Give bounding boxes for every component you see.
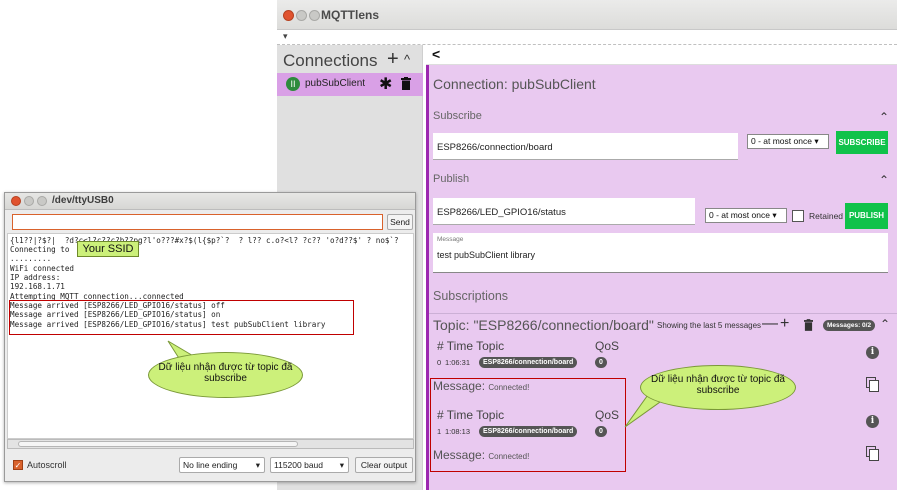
publish-qos-select[interactable]: 0 - at most once ▾ bbox=[705, 208, 787, 223]
serial-titlebar: /dev/ttyUSB0 bbox=[5, 193, 415, 210]
highlight-box bbox=[9, 300, 354, 335]
ssid-callout: Your SSID bbox=[77, 241, 139, 257]
toolbar-strip: ▾ bbox=[277, 30, 897, 45]
decrease-messages-button[interactable]: — bbox=[762, 315, 778, 333]
serial-bottom-bar: ✓ Autoscroll No line ending ▾ 115200 bau… bbox=[5, 451, 415, 481]
publish-qos-value: 0 - at most once bbox=[709, 210, 770, 220]
gear-icon[interactable]: ✱ bbox=[379, 74, 392, 94]
console-line: 192.168.1.71 bbox=[10, 282, 65, 291]
info-icon[interactable]: i bbox=[866, 346, 879, 359]
message-qos-badge: 0 bbox=[595, 357, 607, 368]
dropdown-arrow-icon: ▾ bbox=[255, 460, 260, 470]
subscribe-qos-select[interactable]: 0 - at most once ▾ bbox=[747, 134, 829, 149]
collapse-subscribe-icon[interactable]: ⌃ bbox=[879, 110, 889, 124]
subscribe-qos-value: 0 - at most once bbox=[751, 136, 812, 146]
dropdown-arrow-icon: ▾ bbox=[814, 136, 819, 146]
retained-checkbox[interactable] bbox=[792, 210, 804, 222]
console-line: ......... bbox=[10, 254, 52, 263]
toolbar-marker-icon: ▾ bbox=[283, 31, 288, 41]
copy-icon[interactable] bbox=[866, 446, 879, 461]
copy-icon[interactable] bbox=[866, 377, 879, 392]
connection-status-icon[interactable]: II bbox=[286, 77, 300, 91]
window-minimize-button[interactable] bbox=[24, 196, 34, 206]
subscribe-button[interactable]: SUBSCRIBE bbox=[836, 131, 888, 154]
collapse-connections-icon[interactable]: ^ bbox=[404, 52, 410, 67]
line-ending-select[interactable]: No line ending ▾ bbox=[179, 457, 265, 473]
message-header-cols: # Time Topic bbox=[437, 339, 505, 353]
callout-bubble-left: Dữ liệu nhận được từ topic đã subscribe bbox=[148, 352, 303, 398]
messages-count-badge: Messages: 0/2 bbox=[823, 320, 876, 331]
window-title: /dev/ttyUSB0 bbox=[52, 195, 114, 206]
subscribe-topic-value: ESP8266/connection/board bbox=[437, 142, 553, 153]
clear-output-button[interactable]: Clear output bbox=[355, 457, 413, 473]
collapse-publish-icon[interactable]: ⌃ bbox=[879, 173, 889, 187]
window-maximize-button[interactable] bbox=[309, 10, 320, 21]
desktop: MQTTlens ▾ Connections + ^ II pubSubClie… bbox=[0, 0, 897, 490]
dropdown-arrow-icon: ▾ bbox=[772, 210, 777, 220]
message-time: 1:06:31 bbox=[445, 358, 471, 367]
subscriptions-label: Subscriptions bbox=[433, 289, 509, 303]
trash-icon[interactable] bbox=[401, 77, 411, 90]
retained-label: Retained bbox=[809, 211, 844, 221]
autoscroll-checkbox[interactable]: ✓ bbox=[13, 460, 23, 470]
callout-left-text: Dữ liệu nhận được từ topic đã subscribe bbox=[158, 362, 293, 384]
connection-name: pubSubClient bbox=[305, 78, 366, 89]
dropdown-arrow-icon: ▾ bbox=[339, 460, 344, 470]
console-line: IP address: bbox=[10, 273, 61, 282]
subscribe-topic-input[interactable]: ESP8266/connection/board bbox=[433, 133, 738, 160]
message-header-qos: QoS bbox=[595, 339, 620, 353]
back-bar: < bbox=[426, 45, 897, 65]
connection-item-pubsubclient[interactable]: II pubSubClient ✱ bbox=[277, 73, 423, 96]
serial-send-input[interactable] bbox=[12, 214, 383, 230]
subscription-topic-header: Topic: "ESP8266/connection/board" Showin… bbox=[429, 313, 897, 335]
subscription-topic-title: Topic: "ESP8266/connection/board" bbox=[433, 317, 654, 333]
horizontal-scrollbar[interactable] bbox=[7, 439, 414, 449]
baud-value: 115200 baud bbox=[274, 460, 324, 470]
mqttlens-titlebar: MQTTlens bbox=[277, 0, 897, 30]
callout-right-text: Dữ liệu nhận được từ topic đã subscribe bbox=[651, 374, 785, 396]
increase-messages-button[interactable]: + bbox=[780, 315, 789, 333]
back-arrow-icon[interactable]: < bbox=[432, 46, 440, 62]
subscribe-section-label: Subscribe bbox=[433, 110, 482, 122]
highlight-box bbox=[430, 378, 626, 472]
line-ending-value: No line ending bbox=[183, 460, 238, 470]
trash-icon[interactable] bbox=[804, 319, 813, 331]
connection-title: Connection: pubSubClient bbox=[433, 76, 596, 92]
console-line: Connecting to bbox=[10, 245, 70, 254]
window-minimize-button[interactable] bbox=[296, 10, 307, 21]
publish-topic-input[interactable]: ESP8266/LED_GPIO16/status bbox=[433, 198, 695, 225]
message-index: 0 bbox=[437, 358, 442, 367]
send-button[interactable]: Send bbox=[387, 214, 413, 230]
console-line: WiFi connected bbox=[10, 264, 75, 273]
baud-select[interactable]: 115200 baud ▾ bbox=[270, 457, 349, 473]
window-title: MQTTlens bbox=[321, 8, 380, 22]
autoscroll-label: Autoscroll bbox=[27, 460, 67, 470]
scrollbar-thumb[interactable] bbox=[18, 441, 298, 447]
window-close-button[interactable] bbox=[283, 10, 294, 21]
callout-bubble-right: Dữ liệu nhận được từ topic đã subscribe bbox=[640, 365, 796, 410]
window-close-button[interactable] bbox=[11, 196, 21, 206]
message-field-label: Message bbox=[437, 236, 464, 243]
publish-message-input[interactable]: Message test pubSubClient library bbox=[433, 233, 888, 273]
connections-header: Connections bbox=[283, 51, 378, 70]
showing-messages-text: Showing the last 5 messages bbox=[657, 321, 762, 330]
console-line: {l1??|?$?| ?d?c<l?c??c?b??pg?l'o???#x?$(… bbox=[10, 236, 399, 245]
publish-topic-value: ESP8266/LED_GPIO16/status bbox=[437, 207, 566, 218]
window-maximize-button[interactable] bbox=[37, 196, 47, 206]
collapse-topic-icon[interactable]: ⌃ bbox=[880, 317, 890, 331]
add-connection-button[interactable]: + bbox=[387, 48, 399, 71]
publish-button[interactable]: PUBLISH bbox=[845, 203, 888, 229]
info-icon[interactable]: i bbox=[866, 415, 879, 428]
message-topic-badge: ESP8266/connection/board bbox=[479, 357, 578, 368]
message-field-value: test pubSubClient library bbox=[437, 250, 536, 260]
publish-section-label: Publish bbox=[433, 173, 470, 185]
